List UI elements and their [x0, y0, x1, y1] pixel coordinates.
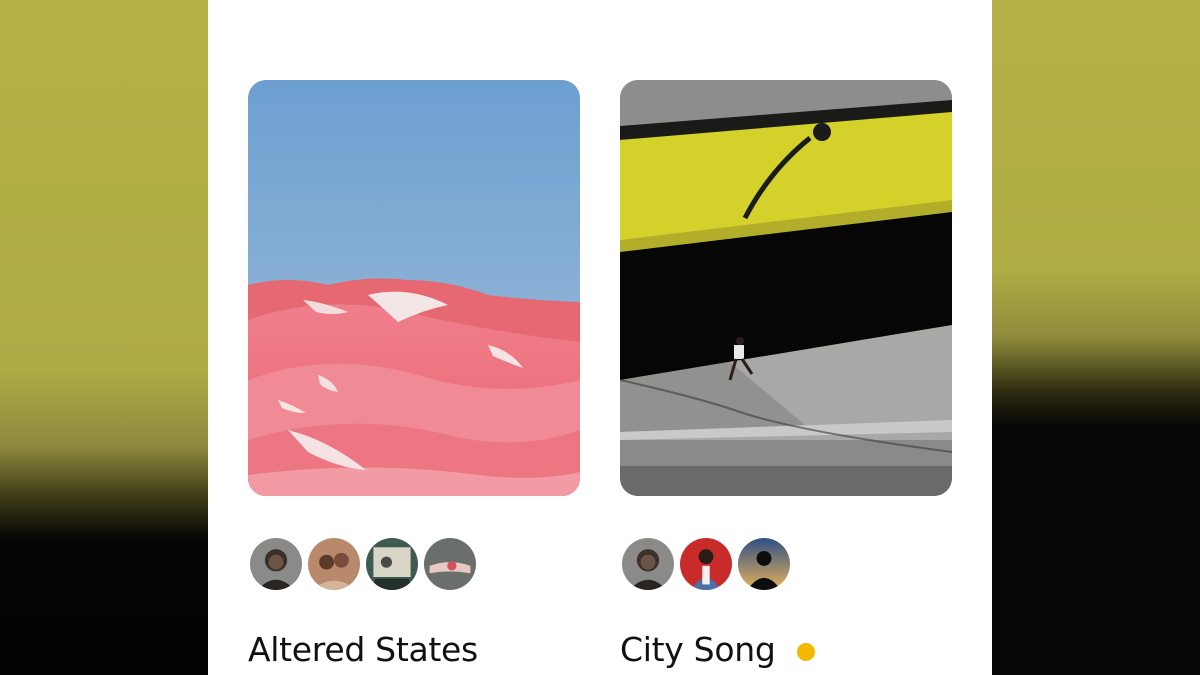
- collaborator-avatars[interactable]: [248, 536, 480, 592]
- runner-under-bridge-photo: [620, 80, 952, 496]
- board-title-row[interactable]: City Song: [620, 630, 816, 669]
- collaborator-woman-portrait[interactable]: [248, 536, 304, 592]
- new-activity-dot: [797, 642, 816, 661]
- board-title-row[interactable]: Altered States: [248, 630, 478, 669]
- background-left-blur: [0, 0, 210, 675]
- board-title[interactable]: Altered States: [248, 630, 478, 669]
- collaborator-woman-portrait[interactable]: [620, 536, 676, 592]
- collaborator-silhouette-sunset[interactable]: [736, 536, 792, 592]
- boards-panel: Altered States City Song: [208, 0, 992, 675]
- collaborator-red-background-portrait[interactable]: [678, 536, 734, 592]
- collaborator-avatars[interactable]: [620, 536, 794, 592]
- collaborator-vintage-photo[interactable]: [364, 536, 420, 592]
- collaborator-hand-photo[interactable]: [422, 536, 478, 592]
- board-card-city-song[interactable]: City Song: [620, 80, 952, 669]
- board-cover-image[interactable]: [248, 80, 580, 496]
- background-right-blur: [992, 0, 1200, 675]
- pink-dunes-photo: [248, 80, 580, 496]
- collaborator-friends-selfie[interactable]: [306, 536, 362, 592]
- board-title[interactable]: City Song: [620, 630, 776, 669]
- board-card-altered-states[interactable]: Altered States: [248, 80, 580, 669]
- board-cover-image[interactable]: [620, 80, 952, 496]
